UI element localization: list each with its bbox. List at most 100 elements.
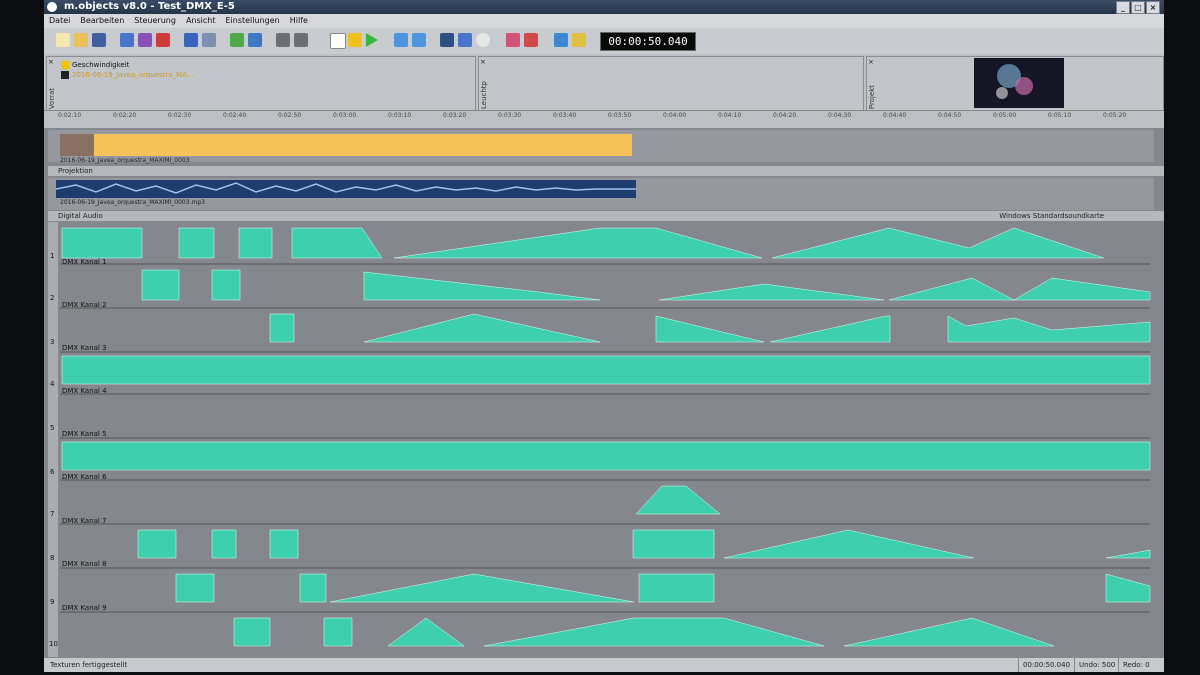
export-icon[interactable]: [572, 33, 586, 47]
link-icon[interactable]: [506, 33, 520, 47]
redo-icon[interactable]: [202, 33, 216, 47]
ruler-tick: 0:02:50: [278, 112, 302, 119]
rewind-icon[interactable]: [394, 33, 408, 47]
ruler-tick: 0:02:10: [58, 112, 82, 119]
status-message: Texturen fertiggestellt: [50, 661, 128, 669]
effects-icon[interactable]: [230, 33, 244, 47]
preview-image: [974, 58, 1064, 108]
delete-icon[interactable]: [156, 33, 170, 47]
image-thumbnail[interactable]: [60, 134, 94, 156]
dmx-envelope-segment: [888, 277, 1151, 301]
ruler-tick: 0:04:20: [773, 112, 797, 119]
dmx-envelope-segment: [632, 529, 715, 559]
play-button[interactable]: [366, 33, 378, 47]
title-bar: m.objects v8.0 - Test_DMX_E-5 _ □ ×: [44, 0, 1164, 14]
channel-number: 3: [50, 338, 55, 346]
menu-steuerung[interactable]: Steuerung: [129, 14, 181, 28]
undo-icon[interactable]: [184, 33, 198, 47]
minimize-button[interactable]: _: [1116, 1, 1130, 14]
dmx-envelope-segment: [1105, 573, 1151, 603]
channel-number: 10: [49, 640, 58, 648]
ruler-tick: 0:04:00: [663, 112, 687, 119]
menu-datei[interactable]: Datei: [44, 14, 75, 28]
dmx-envelope-segment: [323, 617, 353, 647]
status-bar: Texturen fertiggestellt 00:00:50.040 Und…: [44, 657, 1164, 672]
list-item[interactable]: 2016-06-19_Javea_orquestra_MA...: [61, 71, 193, 80]
screen-icon[interactable]: [458, 33, 472, 47]
channel-name: DMX Kanal 3: [62, 344, 107, 352]
menu-bar: Datei Bearbeiten Steuerung Ansicht Einstellu…: [44, 14, 1164, 28]
channel-number: 7: [50, 510, 55, 518]
maximize-button[interactable]: □: [1131, 1, 1145, 14]
channel-number: 4: [50, 380, 55, 388]
stop-button[interactable]: [330, 33, 346, 49]
list-item[interactable]: Geschwindigkeit: [61, 61, 129, 70]
close-icon[interactable]: ×: [48, 58, 54, 66]
menu-bearbeiten[interactable]: Bearbeiten: [75, 14, 129, 28]
channel-number: 5: [50, 424, 55, 432]
app-window: m.objects v8.0 - Test_DMX_E-5 _ □ × Date…: [44, 0, 1164, 672]
audio-caption: 2016-06-19_Javea_orquestra_MAXIMI_0003.m…: [60, 199, 205, 206]
channel-name: DMX Kanal 5: [62, 430, 107, 438]
forward-icon[interactable]: [412, 33, 426, 47]
dmx-envelope-segment: [175, 573, 215, 603]
open-folder-icon[interactable]: [74, 33, 88, 47]
dmx-envelope-segment: [363, 313, 601, 343]
close-icon[interactable]: ×: [868, 58, 874, 66]
zoom-out-icon[interactable]: [294, 33, 308, 47]
ruler-tick: 0:02:40: [223, 112, 247, 119]
dmx-envelope-segment: [211, 529, 237, 559]
dmx-envelope-area[interactable]: [44, 222, 1164, 662]
time-display: 00:00:50.040: [600, 32, 696, 51]
timeline-tracks[interactable]: 2016-06-19_Javea_orquestra_MAXIMI_0003 P…: [44, 128, 1164, 662]
channel-number: 8: [50, 554, 55, 562]
dmx-envelope-segment: [843, 617, 1055, 647]
zoom-in-icon[interactable]: [276, 33, 290, 47]
dmx-envelope-segment: [393, 227, 763, 259]
leuchtpult-pane: × Leuchtp: [478, 56, 864, 112]
new-file-icon[interactable]: [56, 33, 70, 47]
pause-button[interactable]: [348, 33, 362, 47]
toolbar: 00:00:50.040: [44, 28, 1164, 55]
channel-number: 2: [50, 294, 55, 302]
dmx-envelope-segment: [655, 315, 765, 343]
settings-icon[interactable]: [248, 33, 262, 47]
dmx-envelope-segment: [771, 227, 1105, 259]
menu-hilfe[interactable]: Hilfe: [285, 14, 313, 28]
image-bar[interactable]: [94, 134, 632, 156]
pane-label: Vorrat: [48, 87, 56, 109]
sync-icon[interactable]: [554, 33, 568, 47]
pane-label: Leuchtp: [480, 81, 488, 109]
monitor-icon[interactable]: [440, 33, 454, 47]
channel-name: DMX Kanal 2: [62, 301, 107, 309]
status-redo: Redo: 0: [1118, 658, 1150, 672]
menu-einstellungen[interactable]: Einstellungen: [220, 14, 284, 28]
menu-ansicht[interactable]: Ansicht: [181, 14, 221, 28]
dmx-envelope-segment: [329, 573, 635, 603]
time-ruler[interactable]: 0:02:10 0:02:20 0:02:30 0:02:40 0:02:50 …: [44, 110, 1164, 130]
tool-panes: × Vorrat Geschwindigkeit 2016-06-19_Jave…: [44, 54, 1164, 112]
dmx-envelope-segment: [61, 441, 1151, 471]
tools-icon[interactable]: [524, 33, 538, 47]
dmx-envelope-segment: [769, 315, 891, 343]
add-icon[interactable]: [120, 33, 134, 47]
window-title: m.objects v8.0 - Test_DMX_E-5: [64, 1, 235, 12]
channel-name: DMX Kanal 7: [62, 517, 107, 525]
close-icon[interactable]: ×: [480, 58, 486, 66]
status-undo: Undo: 500: [1074, 658, 1115, 672]
ruler-tick: 0:05:10: [1048, 112, 1072, 119]
dmx-envelope-segment: [269, 529, 299, 559]
save-icon[interactable]: [92, 33, 106, 47]
ruler-tick: 0:03:00: [333, 112, 357, 119]
dmx-envelope-segment: [269, 313, 295, 343]
help-icon[interactable]: [138, 33, 152, 47]
dmx-envelope-segment: [291, 227, 383, 259]
close-button[interactable]: ×: [1146, 1, 1160, 14]
preview-thumbnail[interactable]: [974, 58, 1064, 108]
ruler-tick: 0:04:40: [883, 112, 907, 119]
status-time: 00:00:50.040: [1018, 658, 1070, 672]
cd-icon[interactable]: [476, 33, 490, 47]
dmx-envelope-segment: [238, 227, 273, 259]
text-icon: [61, 61, 69, 69]
dmx-envelope-segment: [233, 617, 271, 647]
